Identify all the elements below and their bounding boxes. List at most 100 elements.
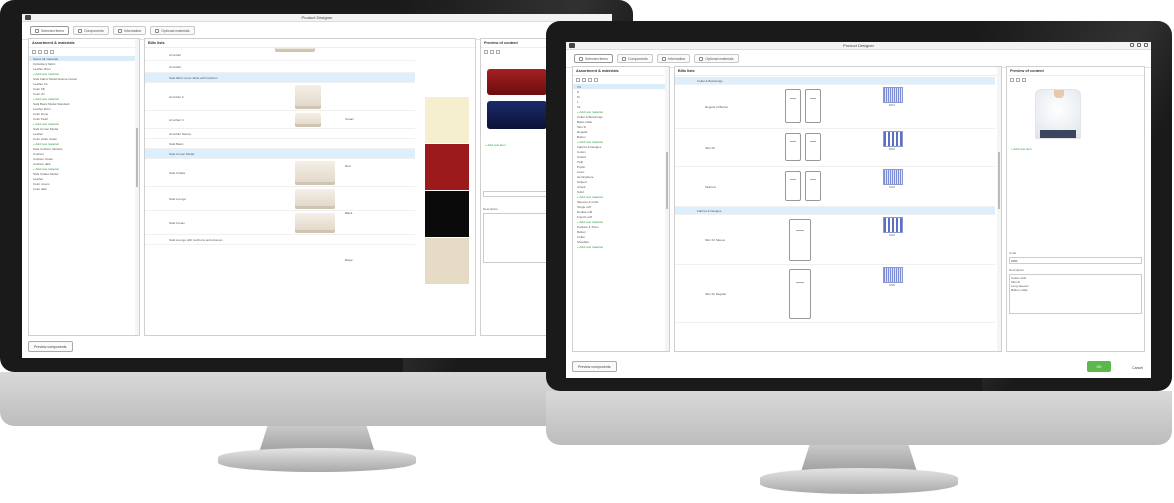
preview-image-red-sofa: [487, 69, 547, 95]
tab-optional-materials[interactable]: Optional materials: [694, 54, 739, 63]
fabric-swatch[interactable]: [883, 169, 903, 185]
edit-icon[interactable]: [38, 50, 42, 54]
color-swatch[interactable]: [425, 191, 469, 237]
scrollbar[interactable]: [665, 67, 669, 351]
pane-row: Assortment & materials Select all materi…: [28, 38, 606, 336]
group-row[interactable]: Fabrics & Designs: [675, 207, 995, 215]
add-icon[interactable]: [1010, 78, 1014, 82]
delete-icon[interactable]: [588, 78, 592, 82]
monitor-chin: [0, 372, 633, 426]
description-label: Description: [1009, 268, 1025, 272]
pane-title: Assortment & materials: [573, 67, 669, 76]
bill-row[interactable]: Armchair 2: [145, 83, 415, 111]
assortment-pane: Assortment & materials Select all materi…: [28, 38, 140, 336]
tab-components[interactable]: Components: [72, 26, 109, 35]
delete-icon[interactable]: [496, 50, 500, 54]
scrollbar[interactable]: [997, 67, 1001, 351]
color-swatch[interactable]: [425, 97, 469, 143]
filter-icon[interactable]: [50, 50, 54, 54]
ok-button[interactable]: OK: [1087, 361, 1111, 372]
maximize-icon[interactable]: [1137, 43, 1141, 47]
bill-row[interactable]: Slim Fit Regular S105: [675, 265, 995, 323]
front-screen: Product Designer Selected items Componen…: [566, 42, 1151, 378]
shirt-thumbnail: [789, 269, 811, 319]
fabric-label: B101: [889, 104, 895, 107]
preview-image-shirt: [1035, 89, 1081, 139]
fabric-label: B102: [889, 148, 895, 151]
sofa-thumbnail: [295, 85, 321, 109]
gear-icon: [621, 56, 626, 61]
bill-row-label: Armchair: [169, 65, 182, 69]
monitor-base: [218, 448, 416, 472]
material-tree: Select all materials Upholstery fabric Lea…: [29, 56, 139, 191]
add-item-link[interactable]: + Add new item: [1011, 147, 1032, 151]
edit-icon[interactable]: [582, 78, 586, 82]
tree-item[interactable]: Color dark: [29, 186, 139, 191]
bill-row[interactable]: Sofa Cream: [145, 211, 415, 235]
fabric-swatch[interactable]: [883, 87, 903, 103]
app-logo: [569, 43, 575, 48]
bill-row[interactable]: Slim Fit Sleeve S104: [675, 215, 995, 265]
fabric-swatch[interactable]: [883, 267, 903, 283]
bill-row[interactable]: Sofa Lounge: [145, 187, 415, 211]
bill-row-label: Collar & Buttonings: [697, 79, 723, 83]
color-swatch[interactable]: [425, 144, 469, 190]
bill-row[interactable]: Armchair Deluxe: [145, 129, 415, 139]
group-row[interactable]: Collar & Buttonings: [675, 77, 995, 85]
field-label: Description: [483, 207, 499, 211]
title-bar: Product Designer: [566, 42, 1151, 50]
add-icon[interactable]: [32, 50, 36, 54]
preview-components-button[interactable]: Preview components: [572, 361, 617, 372]
tree-item[interactable]: + Add new material: [573, 244, 669, 249]
bill-row[interactable]: Armchair: [145, 61, 415, 73]
cancel-button[interactable]: Cancel: [1132, 366, 1143, 370]
delete-icon[interactable]: [44, 50, 48, 54]
window-title: Product Designer: [301, 15, 333, 20]
tab-optional-materials[interactable]: Optional materials: [150, 26, 195, 35]
material-tree: XS S M L XL + Add new material Collar & Button…: [573, 84, 669, 249]
bill-row[interactable]: Tailored S103: [675, 167, 995, 207]
pane-title: Preview of content: [1007, 67, 1144, 76]
code-field[interactable]: 1001: [1009, 257, 1142, 264]
star-icon: [699, 56, 704, 61]
fabric-swatch[interactable]: [883, 217, 903, 233]
minimize-icon[interactable]: [1130, 43, 1134, 47]
bill-row[interactable]: Sofa fabric cover white with Cushion: [145, 73, 415, 83]
tab-information[interactable]: Information: [112, 26, 147, 35]
window-controls: [1130, 43, 1148, 47]
bill-row[interactable]: Sofa Chaise: [145, 159, 415, 187]
tab-components[interactable]: Components: [616, 54, 653, 63]
bill-row[interactable]: Sofa Basic: [145, 139, 415, 149]
bill-row[interactable]: Slim Fit B102: [675, 129, 995, 167]
bill-row-label: Armchair Deluxe: [169, 132, 192, 136]
bill-row[interactable]: Sofa Lounge with cushions and ottoman: [145, 235, 415, 245]
edit-icon[interactable]: [490, 50, 494, 54]
bill-row[interactable]: Regular fit Button B101: [675, 85, 995, 129]
tab-selected-items[interactable]: Selected items: [574, 54, 613, 63]
scrollbar[interactable]: [135, 39, 139, 335]
delete-icon[interactable]: [1022, 78, 1026, 82]
bill-row[interactable]: Sofa Corner Model: [145, 149, 415, 159]
bill-row-label: Regular fit Button: [705, 105, 729, 109]
add-item-link[interactable]: + Add new item: [485, 143, 506, 147]
add-icon[interactable]: [484, 50, 488, 54]
pane-toolbar: [573, 76, 669, 84]
grid-icon: [661, 56, 666, 61]
close-icon[interactable]: [1144, 43, 1148, 47]
pane-row: Assortment & materials XS S M L XL + Add new …: [572, 66, 1145, 352]
filter-icon[interactable]: [594, 78, 598, 82]
description-textarea[interactable]: Cotton shirt Slim fit Long sleeves Button c…: [1009, 274, 1142, 314]
add-icon[interactable]: [576, 78, 580, 82]
pane-toolbar: [29, 48, 139, 56]
preview-components-button[interactable]: Preview components: [28, 341, 73, 352]
shirt-thumbnail: [785, 133, 801, 161]
fabric-swatch[interactable]: [883, 131, 903, 147]
bill-row-label: Sofa Lounge with cushions and ottoman: [169, 238, 223, 242]
color-swatch[interactable]: [425, 238, 469, 284]
bill-row[interactable]: Armchair 3: [145, 111, 415, 129]
tab-information[interactable]: Information: [656, 54, 691, 63]
tab-selected-items[interactable]: Selected items: [30, 26, 69, 35]
list-icon: [579, 56, 583, 61]
edit-icon[interactable]: [1016, 78, 1020, 82]
swatch-label: Red: [345, 164, 351, 168]
